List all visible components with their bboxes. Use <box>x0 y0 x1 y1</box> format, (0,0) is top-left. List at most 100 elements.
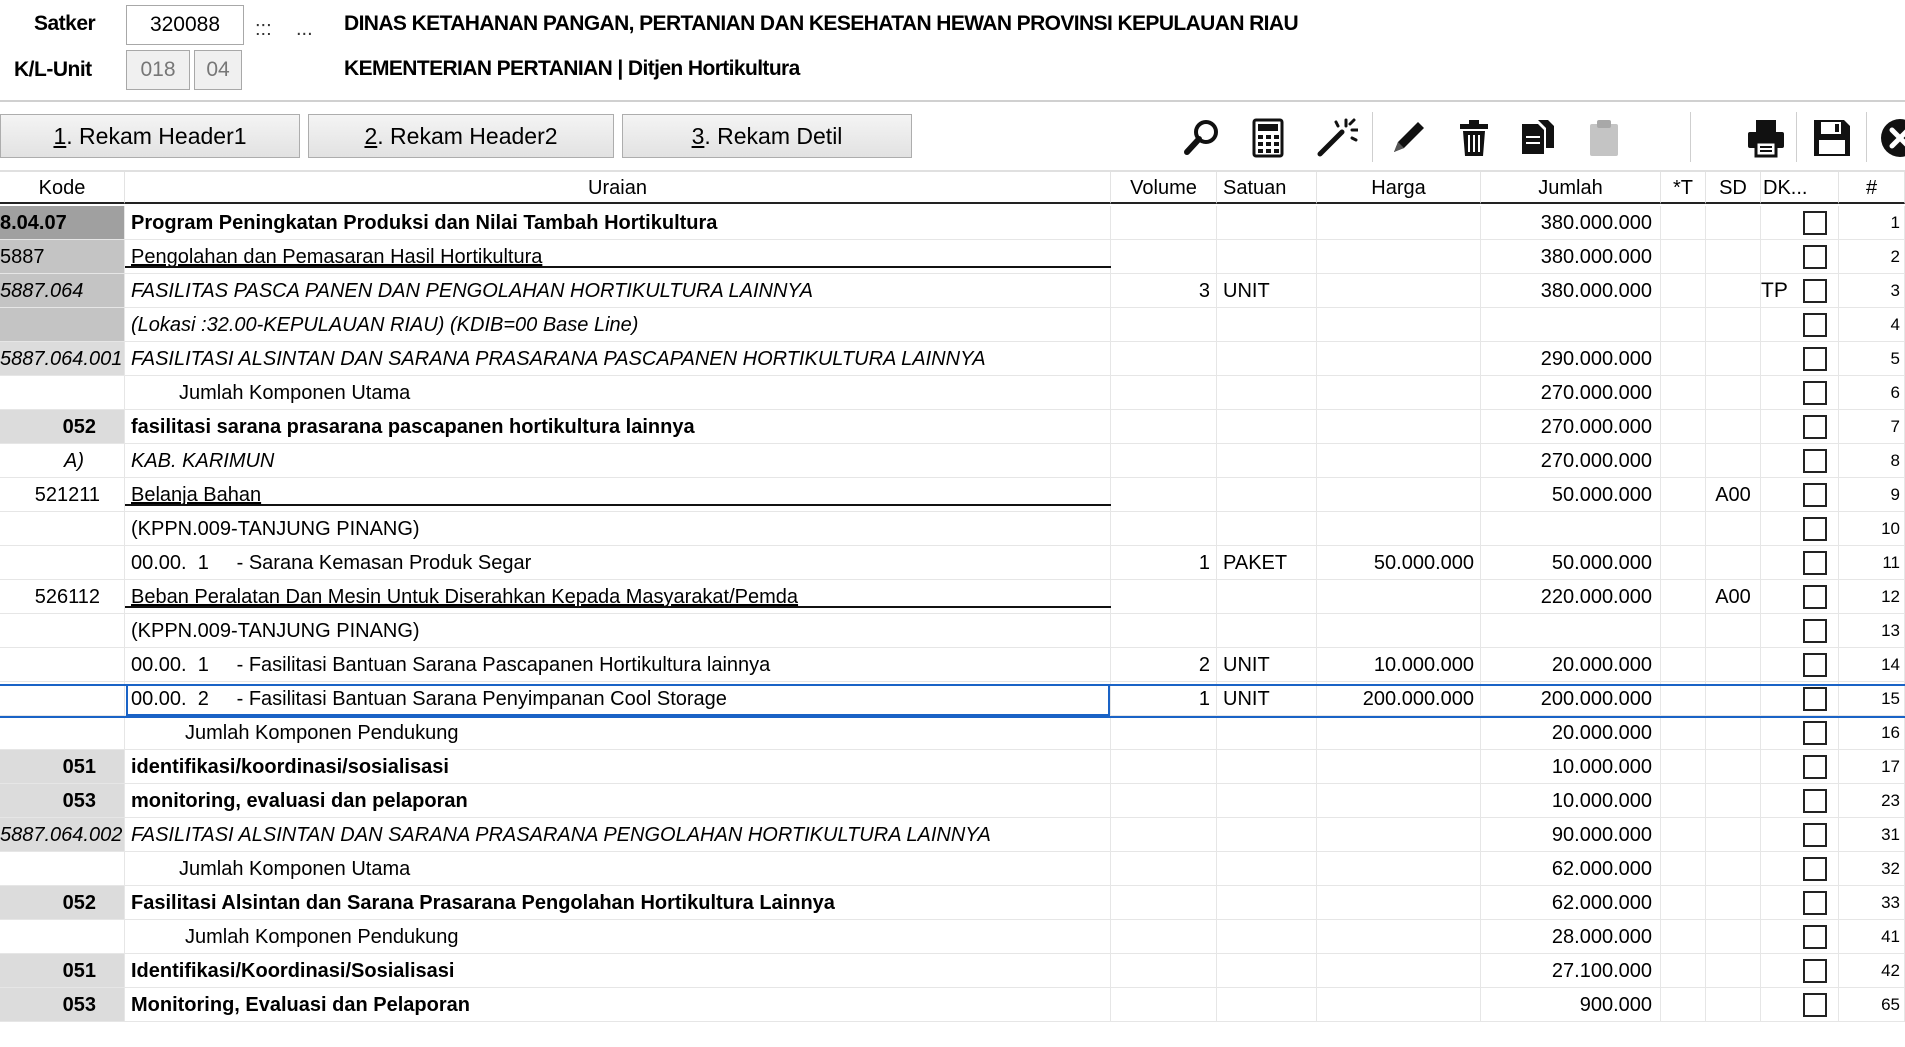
kode-cell[interactable]: 053 <box>0 784 125 818</box>
kode-cell[interactable] <box>0 648 125 682</box>
satuan-cell[interactable] <box>1217 410 1317 444</box>
harga-cell[interactable] <box>1317 716 1481 750</box>
uraian-cell[interactable]: fasilitasi sarana prasarana pascapanen h… <box>125 410 1111 444</box>
dk-cell[interactable] <box>1761 954 1839 988</box>
harga-cell[interactable] <box>1317 376 1481 410</box>
harga-cell[interactable] <box>1317 444 1481 478</box>
jumlah-cell[interactable]: 90.000.000 <box>1481 818 1661 852</box>
jumlah-cell[interactable]: 50.000.000 <box>1481 546 1661 580</box>
rekam-detil-button[interactable]: 3. Rekam Detil <box>622 114 912 158</box>
dk-checkbox[interactable] <box>1803 925 1827 949</box>
uraian-cell[interactable]: Identifikasi/Koordinasi/Sosialisasi <box>125 954 1111 988</box>
dk-cell[interactable] <box>1761 546 1839 580</box>
volume-cell[interactable]: 3 <box>1111 274 1217 308</box>
jumlah-cell[interactable]: 270.000.000 <box>1481 376 1661 410</box>
uraian-cell[interactable]: Beban Peralatan Dan Mesin Untuk Diserahk… <box>125 580 1111 614</box>
volume-cell[interactable] <box>1111 580 1217 614</box>
sd-cell[interactable] <box>1706 886 1761 920</box>
jumlah-cell[interactable]: 50.000.000 <box>1481 478 1661 512</box>
harga-cell[interactable] <box>1317 852 1481 886</box>
kode-cell[interactable]: 053 <box>0 988 125 1022</box>
jumlah-cell[interactable] <box>1481 512 1661 546</box>
uraian-cell[interactable]: Program Peningkatan Produksi dan Nilai T… <box>125 206 1111 240</box>
save-icon[interactable] <box>1810 116 1854 160</box>
table-row[interactable]: 052 Fasilitasi Alsintan dan Sarana Prasar… <box>0 886 1905 920</box>
table-row[interactable]: Jumlah Komponen Utama 270.000.000 6 <box>0 376 1905 410</box>
jumlah-cell[interactable]: 28.000.000 <box>1481 920 1661 954</box>
uraian-cell[interactable]: (Lokasi :32.00-KEPULAUAN RIAU) (KDIB=00 … <box>125 308 1111 342</box>
sd-cell[interactable] <box>1706 852 1761 886</box>
sd-cell[interactable] <box>1706 954 1761 988</box>
harga-cell[interactable]: 200.000.000 <box>1317 682 1481 716</box>
satuan-cell[interactable]: UNIT <box>1217 648 1317 682</box>
uraian-cell[interactable]: FASILITAS PASCA PANEN DAN PENGOLAHAN HOR… <box>125 274 1111 308</box>
dk-checkbox[interactable] <box>1803 347 1827 371</box>
dk-cell[interactable]: TP <box>1761 274 1839 308</box>
table-row[interactable]: 5887.064.001 FASILITASI ALSINTAN DAN SARA… <box>0 342 1905 376</box>
sd-cell[interactable] <box>1706 614 1761 648</box>
uraian-cell[interactable]: 00.00. 1 - Sarana Kemasan Produk Segar <box>125 546 1111 580</box>
volume-cell[interactable]: 2 <box>1111 648 1217 682</box>
satuan-cell[interactable] <box>1217 784 1317 818</box>
satuan-cell[interactable] <box>1217 512 1317 546</box>
table-row[interactable]: 8.04.07 Program Peningkatan Produksi dan … <box>0 206 1905 240</box>
kode-cell[interactable] <box>0 376 125 410</box>
kode-cell[interactable]: 526112 <box>0 580 125 614</box>
harga-cell[interactable] <box>1317 410 1481 444</box>
dk-checkbox[interactable] <box>1803 857 1827 881</box>
dk-cell[interactable] <box>1761 444 1839 478</box>
sd-cell[interactable] <box>1706 512 1761 546</box>
sd-cell[interactable] <box>1706 274 1761 308</box>
t-cell[interactable] <box>1661 240 1706 274</box>
volume-cell[interactable] <box>1111 512 1217 546</box>
t-cell[interactable] <box>1661 716 1706 750</box>
kode-cell[interactable] <box>0 682 125 716</box>
satker-lookup-dots[interactable]: ::: <box>255 18 272 41</box>
t-cell[interactable] <box>1661 988 1706 1022</box>
jumlah-cell[interactable]: 62.000.000 <box>1481 886 1661 920</box>
t-cell[interactable] <box>1661 920 1706 954</box>
volume-cell[interactable]: 1 <box>1111 546 1217 580</box>
jumlah-cell[interactable]: 10.000.000 <box>1481 784 1661 818</box>
jumlah-cell[interactable]: 62.000.000 <box>1481 852 1661 886</box>
dk-cell[interactable] <box>1761 988 1839 1022</box>
t-cell[interactable] <box>1661 648 1706 682</box>
search-icon[interactable] <box>1180 116 1224 160</box>
volume-cell[interactable] <box>1111 716 1217 750</box>
dk-checkbox[interactable] <box>1803 245 1827 269</box>
table-row[interactable]: 00.00. 1 - Fasilitasi Bantuan Sarana Pas… <box>0 648 1905 682</box>
dk-checkbox[interactable] <box>1803 619 1827 643</box>
kode-cell[interactable]: A) <box>0 444 125 478</box>
t-cell[interactable] <box>1661 274 1706 308</box>
harga-cell[interactable] <box>1317 784 1481 818</box>
jumlah-cell[interactable] <box>1481 614 1661 648</box>
uraian-cell[interactable]: FASILITASI ALSINTAN DAN SARANA PRASARANA… <box>125 342 1111 376</box>
harga-cell[interactable] <box>1317 614 1481 648</box>
harga-cell[interactable] <box>1317 750 1481 784</box>
jumlah-cell[interactable]: 20.000.000 <box>1481 716 1661 750</box>
dk-checkbox[interactable] <box>1803 789 1827 813</box>
volume-cell[interactable]: 1 <box>1111 682 1217 716</box>
dk-cell[interactable] <box>1761 818 1839 852</box>
volume-cell[interactable] <box>1111 920 1217 954</box>
satuan-cell[interactable]: UNIT <box>1217 682 1317 716</box>
harga-cell[interactable] <box>1317 342 1481 376</box>
volume-cell[interactable] <box>1111 886 1217 920</box>
copy-icon[interactable] <box>1516 116 1560 160</box>
volume-cell[interactable] <box>1111 478 1217 512</box>
sd-cell[interactable] <box>1706 682 1761 716</box>
sd-cell[interactable] <box>1706 444 1761 478</box>
sd-cell[interactable] <box>1706 308 1761 342</box>
uraian-cell[interactable]: (KPPN.009-TANJUNG PINANG) <box>125 512 1111 546</box>
volume-cell[interactable] <box>1111 852 1217 886</box>
kode-cell[interactable] <box>0 852 125 886</box>
volume-cell[interactable] <box>1111 750 1217 784</box>
dk-cell[interactable] <box>1761 716 1839 750</box>
satuan-cell[interactable] <box>1217 206 1317 240</box>
kode-cell[interactable] <box>0 716 125 750</box>
dk-checkbox[interactable] <box>1803 823 1827 847</box>
harga-cell[interactable] <box>1317 308 1481 342</box>
harga-cell[interactable] <box>1317 954 1481 988</box>
satuan-cell[interactable] <box>1217 954 1317 988</box>
volume-cell[interactable] <box>1111 444 1217 478</box>
